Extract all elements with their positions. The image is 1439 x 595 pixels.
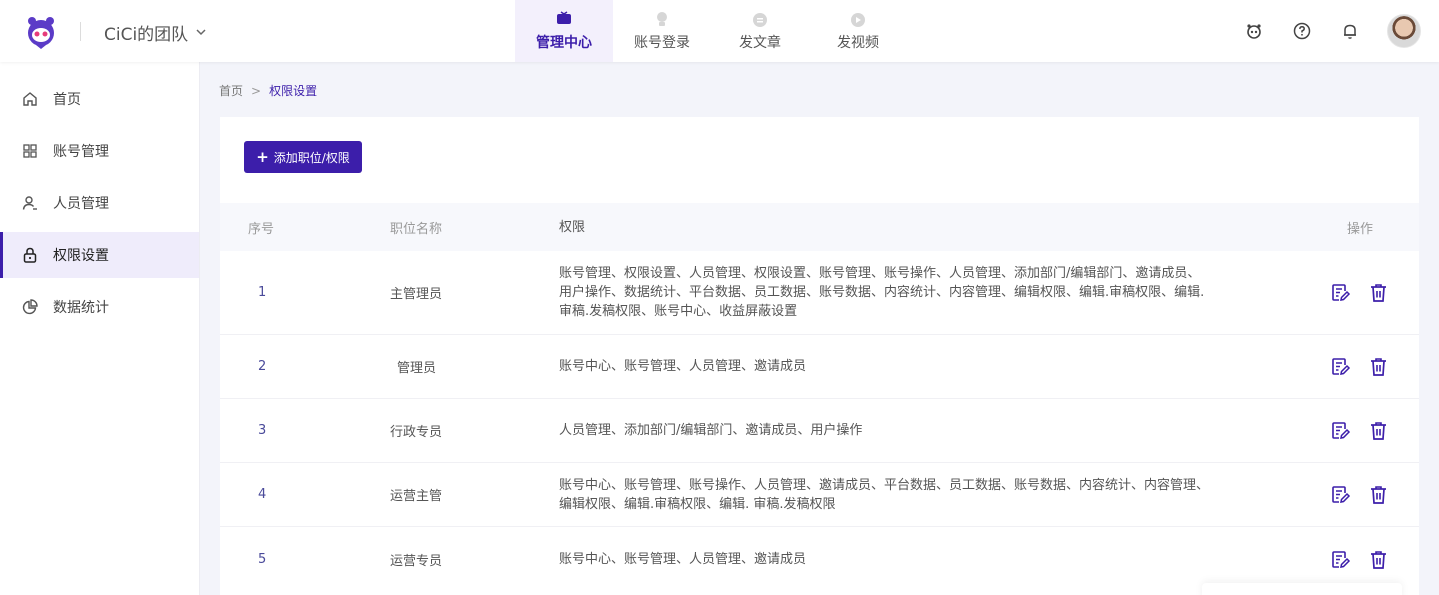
permissions-line: 审稿.发稿权限、账号中心、收益屏蔽设置 [559, 304, 798, 319]
sidebar-item-label: 首页 [53, 92, 81, 108]
sidebar: 首页 账号管理 人员管理 权限设置 数据统计 [0, 62, 200, 595]
row-ops [1279, 420, 1419, 442]
tab-label: 发视频 [837, 35, 879, 51]
tab-label: 管理中心 [536, 35, 592, 51]
tab-post-article[interactable]: 发文章 [711, 0, 809, 62]
row-index: 3 [258, 423, 267, 438]
video-icon [851, 13, 865, 27]
logo-divider [80, 22, 81, 41]
sidebar-item-label: 账号管理 [53, 144, 109, 160]
sidebar-item-data-statistics[interactable]: 数据统计 [0, 284, 199, 330]
row-permissions: 账号中心、账号管理、人员管理、邀请成员 [559, 357, 1279, 376]
table-row: 4 运营主管 账号中心、账号管理、账号操作、人员管理、邀请成员、平台数据、员工数… [220, 463, 1419, 527]
edit-icon[interactable] [1329, 282, 1351, 304]
row-position-name: 运营主管 [390, 489, 443, 504]
pie-chart-icon [22, 299, 38, 315]
row-ops [1279, 282, 1419, 304]
tab-label: 发文章 [739, 35, 781, 51]
permissions-line: 用户操作、数据统计、平台数据、员工数据、账号数据、内容统计、内容管理、编辑权限、… [559, 285, 1205, 300]
delete-icon[interactable] [1367, 420, 1389, 442]
team-switcher[interactable]: CiCi的团队 [104, 19, 208, 45]
breadcrumb-current: 权限设置 [269, 84, 318, 98]
row-index: 4 [258, 487, 267, 502]
help-icon[interactable] [1291, 20, 1313, 42]
sidebar-item-label: 权限设置 [53, 248, 109, 264]
add-position-label: 添加职位/权限 [273, 150, 350, 165]
sidebar-item-label: 人员管理 [53, 196, 109, 212]
row-index: 5 [258, 551, 267, 567]
edit-icon[interactable] [1329, 548, 1351, 570]
breadcrumb: 首页 > 权限设置 [219, 82, 317, 99]
user-avatar[interactable] [1387, 14, 1421, 48]
table-header: 序号 职位名称 权限 操作 [220, 203, 1419, 251]
tab-account-login[interactable]: 账号登录 [613, 0, 711, 62]
team-name: CiCi的团队 [104, 24, 189, 45]
row-position-name: 运营专员 [390, 553, 443, 569]
header-index: 序号 [248, 221, 275, 237]
sidebar-item-account-management[interactable]: 账号管理 [0, 128, 199, 174]
row-ops [1279, 356, 1419, 378]
permissions-line: 账号中心、账号管理、人员管理、邀请成员 [559, 551, 807, 567]
breadcrumb-separator: > [251, 83, 262, 98]
row-index: 1 [258, 285, 267, 300]
row-position-name: 管理员 [397, 361, 437, 376]
permissions-line: 账号中心、账号管理、账号操作、人员管理、邀请成员、平台数据、员工数据、账号数据、… [559, 477, 1210, 493]
row-position-name: 主管理员 [390, 287, 443, 302]
row-position-name: 行政专员 [390, 425, 443, 440]
row-ops [1279, 548, 1419, 570]
sidebar-item-permission-settings[interactable]: 权限设置 [0, 232, 199, 278]
top-nav: 管理中心 账号登录 发文章 发视频 [515, 0, 907, 62]
row-permissions: 人员管理、添加部门/编辑部门、邀请成员、用户操作 [559, 421, 1279, 440]
tab-label: 账号登录 [634, 35, 690, 51]
row-permissions: 账号中心、账号管理、人员管理、邀请成员 [559, 550, 1279, 569]
table-row: 5 运营专员 账号中心、账号管理、人员管理、邀请成员 [220, 527, 1419, 591]
row-permissions: 账号中心、账号管理、账号操作、人员管理、邀请成员、平台数据、员工数据、账号数据、… [559, 476, 1279, 514]
header-position-name: 职位名称 [390, 221, 443, 237]
breadcrumb-home[interactable]: 首页 [219, 82, 243, 99]
delete-icon[interactable] [1367, 548, 1389, 570]
edit-icon[interactable] [1329, 356, 1351, 378]
row-ops [1279, 484, 1419, 506]
chevron-down-icon [196, 29, 206, 36]
table-row: 3 行政专员 人员管理、添加部门/编辑部门、邀请成员、用户操作 [220, 399, 1419, 463]
sidebar-item-home[interactable]: 首页 [0, 76, 199, 122]
top-header: CiCi的团队 管理中心 账号登录 发文章 发视频 [0, 0, 1439, 62]
article-icon [753, 13, 767, 27]
monitor-icon [557, 11, 571, 24]
permissions-line: 账号管理、权限设置、人员管理、权限设置、账号管理、账号操作、人员管理、添加部门/… [559, 266, 1201, 281]
delete-icon[interactable] [1367, 356, 1389, 378]
header-permissions: 权限 [559, 219, 586, 235]
permissions-line: 账号中心、账号管理、人员管理、邀请成员 [559, 359, 807, 374]
table-row: 1 主管理员 账号管理、权限设置、人员管理、权限设置、账号管理、账号操作、人员管… [220, 251, 1419, 335]
user-icon [22, 196, 37, 210]
edit-icon[interactable] [1329, 484, 1351, 506]
floating-panel-edge [1202, 583, 1402, 595]
permissions-line: 人员管理、添加部门/编辑部门、邀请成员、用户操作 [559, 423, 863, 438]
bell-icon[interactable] [1339, 20, 1361, 42]
sidebar-item-personnel-management[interactable]: 人员管理 [0, 180, 199, 226]
home-icon [23, 92, 37, 106]
header-actions [1243, 14, 1421, 48]
header-ops-label: 操作 [1346, 221, 1373, 237]
lock-icon [23, 247, 37, 263]
header-ops: 操作 [1279, 218, 1419, 237]
edit-icon[interactable] [1329, 420, 1351, 442]
permissions-line: 编辑权限、编辑.审稿权限、编辑. 审稿.发稿权限 [559, 496, 836, 512]
delete-icon[interactable] [1367, 484, 1389, 506]
tab-post-video[interactable]: 发视频 [809, 0, 907, 62]
plus-icon: + [256, 147, 269, 166]
delete-icon[interactable] [1367, 282, 1389, 304]
row-permissions: 账号管理、权限设置、人员管理、权限设置、账号管理、账号操作、人员管理、添加部门/… [559, 264, 1279, 321]
permission-card: + 添加职位/权限 序号 职位名称 权限 操作 1 主管理员 账号管理、权限设置… [220, 117, 1419, 595]
row-index: 2 [258, 359, 267, 374]
tab-management-center[interactable]: 管理中心 [515, 0, 613, 62]
robot-icon[interactable] [1243, 20, 1265, 42]
account-login-icon [657, 12, 667, 26]
sidebar-item-label: 数据统计 [53, 300, 109, 316]
add-position-button[interactable]: + 添加职位/权限 [244, 141, 362, 173]
table-row: 2 管理员 账号中心、账号管理、人员管理、邀请成员 [220, 335, 1419, 399]
app-logo-icon[interactable] [22, 12, 60, 50]
grid-icon [23, 144, 37, 158]
permission-table: 序号 职位名称 权限 操作 1 主管理员 账号管理、权限设置、人员管理、权限设置… [220, 203, 1419, 591]
